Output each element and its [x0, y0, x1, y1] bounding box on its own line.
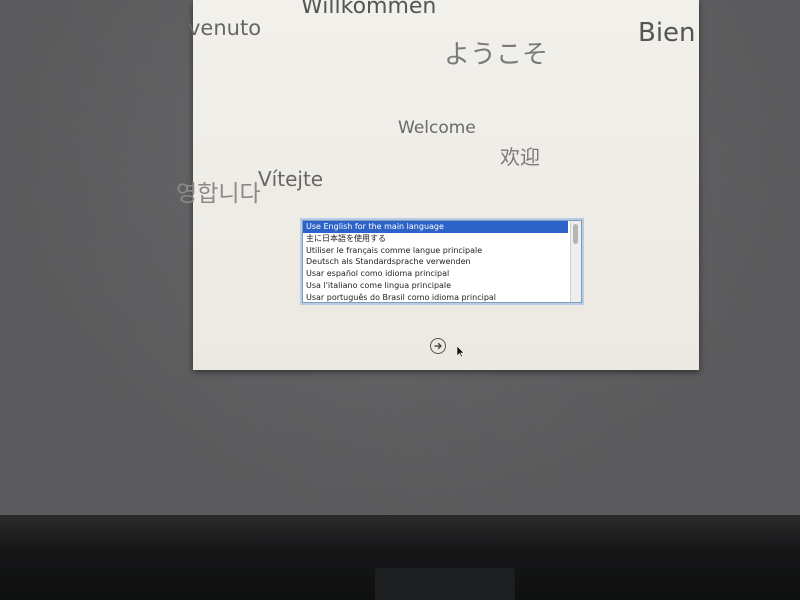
greeting-korean: 영합니다	[176, 181, 261, 207]
language-list-items: Use English for the main language 主に日本語を使…	[303, 221, 581, 302]
language-list-scrollbar[interactable]	[570, 221, 581, 302]
greeting-german: Willkommen	[301, 0, 437, 19]
monitor-stand	[375, 568, 515, 600]
mouse-pointer-icon	[457, 346, 465, 358]
language-list[interactable]: Use English for the main language 主に日本語を使…	[302, 220, 582, 303]
greeting-chinese: 欢迎	[500, 145, 540, 169]
language-list-item[interactable]: Deutsch als Standardsprache verwenden	[303, 256, 568, 268]
language-list-item[interactable]: 主に日本語を使用する	[303, 233, 568, 245]
language-list-item[interactable]: Usar español como idioma principal	[303, 268, 568, 280]
continue-button[interactable]	[430, 338, 446, 354]
greeting-english: Welcome	[398, 118, 476, 138]
greeting-japanese: ようこそ	[444, 40, 549, 70]
language-list-item[interactable]: Use English for the main language	[303, 221, 568, 233]
greeting-french: Bien	[638, 18, 696, 48]
scrollbar-thumb[interactable]	[573, 224, 578, 244]
greeting-italian: venuto	[188, 16, 262, 40]
language-list-item[interactable]: Usar português do Brasil como idioma pri…	[303, 292, 568, 302]
language-list-item[interactable]: Utiliser le français comme langue princi…	[303, 245, 568, 257]
greeting-czech: Vítejte	[258, 167, 324, 191]
arrow-right-circle-icon	[434, 342, 442, 350]
language-list-item[interactable]: Usa l'italiano come lingua principale	[303, 280, 568, 292]
